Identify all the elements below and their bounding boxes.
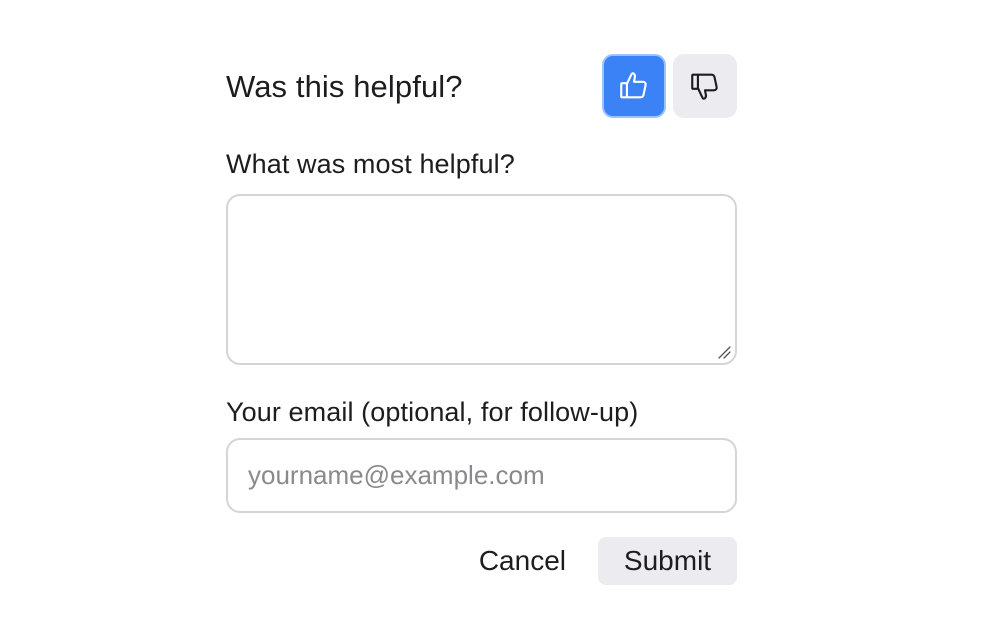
helpful-textarea[interactable]	[226, 194, 737, 365]
thumbs-down-icon	[691, 73, 718, 100]
feedback-header: Was this helpful?	[226, 54, 737, 118]
thumbs-up-icon	[620, 72, 647, 99]
resize-handle-icon[interactable]	[717, 345, 731, 359]
thumbs-down-button[interactable]	[673, 54, 737, 118]
cancel-button[interactable]: Cancel	[479, 537, 566, 585]
email-label: Your email (optional, for follow-up)	[226, 397, 639, 427]
feedback-form: Was this helpful? What was most helpful?…	[226, 54, 737, 585]
email-field[interactable]	[226, 438, 737, 513]
feedback-question: Was this helpful?	[226, 68, 463, 104]
submit-button[interactable]: Submit	[598, 537, 737, 585]
vote-buttons	[602, 54, 737, 118]
form-actions: Cancel Submit	[226, 537, 737, 585]
thumbs-up-button[interactable]	[602, 54, 666, 118]
helpful-label: What was most helpful?	[226, 149, 515, 179]
